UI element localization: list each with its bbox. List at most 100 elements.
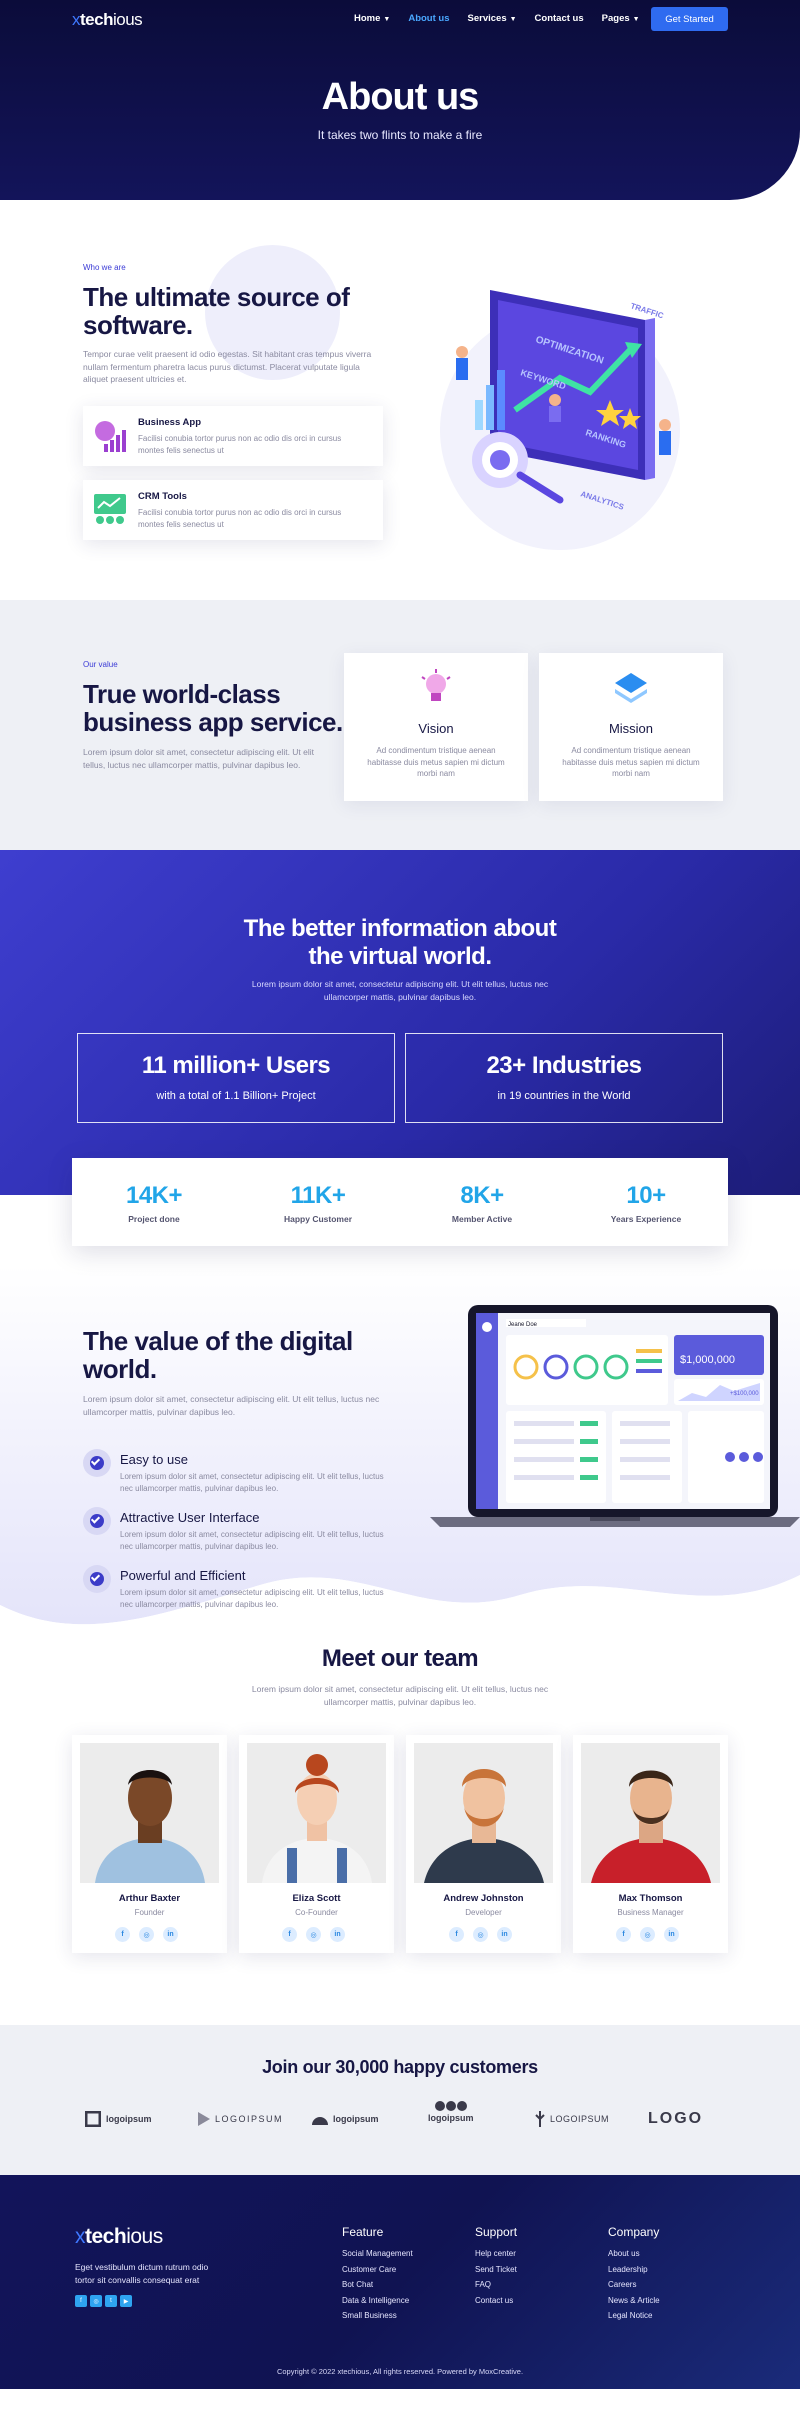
footer-link[interactable]: Leadership: [608, 2265, 660, 2274]
team-card: Eliza Scott Co-Founder f ◎ in: [239, 1735, 394, 1953]
client-logo: LOGOIPSUM: [198, 2107, 283, 2131]
counter-item: 11K+ Happy Customer: [236, 1182, 400, 1224]
customers-title: Join our 30,000 happy customers: [262, 2057, 538, 2077]
check-title: Easy to use: [120, 1452, 188, 1467]
vision-title: Vision: [418, 721, 454, 736]
footer-link[interactable]: FAQ: [475, 2280, 517, 2289]
facebook-icon[interactable]: f: [282, 1927, 297, 1942]
member-name: Eliza Scott: [292, 1893, 341, 1904]
mission-card: Mission Ad condimentum tristique aenean …: [539, 653, 723, 801]
counter-number: 10+: [626, 1182, 666, 1209]
instagram-icon[interactable]: ◎: [306, 1927, 321, 1942]
check-circle-icon: [83, 1565, 111, 1593]
chevron-down-icon: ▼: [632, 16, 640, 23]
footer-social: f ◎ t ▶: [75, 2295, 132, 2307]
page-subtitle: It takes two flints to make a fire: [317, 128, 483, 142]
counter-label: Years Experience: [610, 1214, 682, 1224]
footer-link[interactable]: Customer Care: [342, 2265, 413, 2274]
linkedin-icon[interactable]: in: [497, 1927, 512, 1942]
stat-big: 11 million+ Users: [141, 1052, 331, 1079]
value-eyebrow: Our value: [83, 660, 118, 669]
about-title: The ultimate source of software.: [83, 282, 350, 340]
member-photo: [247, 1743, 386, 1883]
footer-link[interactable]: Legal Notice: [608, 2311, 660, 2320]
chevron-down-icon: ▼: [509, 16, 517, 23]
linkedin-icon[interactable]: in: [330, 1927, 345, 1942]
footer-logo[interactable]: xtechious: [75, 2225, 163, 2249]
dashboard-user: Jeane Doe: [508, 1322, 538, 1328]
logo-mark-icon: [85, 2111, 101, 2127]
main-menu: Home ▼ About us Services ▼ Contact us Page…: [354, 13, 658, 24]
lightbulb-icon: [421, 669, 451, 701]
dashboard-secondary: +$100,000: [730, 1391, 759, 1397]
top-nav: xtechious Home ▼ About us Services ▼ Conta…: [0, 0, 800, 38]
chevron-down-icon: ▼: [383, 16, 391, 23]
footer-link[interactable]: Social Management: [342, 2249, 413, 2258]
footer-link[interactable]: Help center: [475, 2249, 517, 2258]
logo-mark-icon: [434, 2101, 467, 2111]
stats-section: The better information about the virtual…: [0, 850, 800, 1195]
logo-mark-icon: [312, 2117, 328, 2125]
page: xtechious Home ▼ About us Services ▼ Conta…: [0, 0, 800, 2389]
member-role: Business Manager: [617, 1908, 684, 1917]
nav-services[interactable]: Services ▼: [468, 13, 517, 24]
digital-text: Lorem ipsum dolor sit amet, consectetur …: [83, 1394, 380, 1417]
nav-about-us[interactable]: About us: [408, 13, 449, 24]
footer-heading: Feature: [342, 2225, 384, 2239]
footer-link[interactable]: Small Business: [342, 2311, 413, 2320]
member-role: Founder: [134, 1908, 165, 1917]
nav-contact-us[interactable]: Contact us: [535, 13, 584, 24]
facebook-icon[interactable]: f: [75, 2295, 87, 2307]
facebook-icon[interactable]: f: [115, 1927, 130, 1942]
linkedin-icon[interactable]: in: [664, 1927, 679, 1942]
feature-card-business-app: Business App Facilisi conubia tortor pur…: [83, 406, 383, 466]
feature-title: Business App: [138, 417, 201, 428]
footer-link[interactable]: About us: [608, 2249, 660, 2258]
member-photo: [80, 1743, 219, 1883]
dashboard-balance: $1,000,000: [680, 1354, 735, 1366]
team-screen-icon: [94, 494, 126, 524]
team-text: Lorem ipsum dolor sit amet, consectetur …: [251, 1684, 549, 1707]
instagram-icon[interactable]: ◎: [90, 2295, 102, 2307]
team-section: Meet our team Lorem ipsum dolor sit amet…: [0, 1645, 800, 2025]
stat-small: with a total of 1.1 Billion+ Project: [156, 1090, 316, 1102]
logo-mark-icon: [198, 2112, 210, 2126]
stats-title: The better information about the virtual…: [243, 915, 557, 970]
footer-heading: Support: [475, 2225, 518, 2239]
digital-section: The value of the digital world. Lorem ip…: [0, 1195, 800, 1645]
nav-home[interactable]: Home ▼: [354, 13, 390, 24]
facebook-icon[interactable]: f: [616, 1927, 631, 1942]
footer-link[interactable]: Careers: [608, 2280, 660, 2289]
digital-title: The value of the digital world.: [83, 1326, 353, 1384]
client-logo: logoipsum: [312, 2107, 379, 2131]
client-logo: LOGO: [648, 2110, 704, 2127]
counter-item: 10+ Years Experience: [564, 1182, 728, 1224]
counter-bar: 14K+ Project done 11K+ Happy Customer 8K+ M…: [72, 1158, 728, 1246]
laptop-dashboard-image: Jeane Doe $1,000,000 +$100,000: [430, 1305, 800, 1527]
seo-illustration: OPTIMIZATION KEYWORD RANKING TRAFFIC ANA…: [440, 290, 680, 550]
youtube-icon[interactable]: ▶: [120, 2295, 132, 2307]
footer-link[interactable]: News & Article: [608, 2296, 660, 2305]
linkedin-icon[interactable]: in: [163, 1927, 178, 1942]
site-logo[interactable]: xtechious: [72, 10, 143, 30]
instagram-icon[interactable]: ◎: [139, 1927, 154, 1942]
team-title: Meet our team: [321, 1645, 479, 1672]
facebook-icon[interactable]: f: [449, 1927, 464, 1942]
mission-text: Ad condimentum tristique aenean habitass…: [562, 746, 700, 778]
stat-small: in 19 countries in the World: [497, 1090, 631, 1102]
get-started-button[interactable]: Get Started: [651, 7, 728, 31]
nav-pages[interactable]: Pages ▼: [602, 13, 640, 24]
member-social: f ◎ in: [282, 1927, 345, 1942]
about-text: Tempor curae velit praesent id odio eges…: [83, 349, 372, 384]
footer-link[interactable]: Contact us: [475, 2296, 517, 2305]
instagram-icon[interactable]: ◎: [640, 1927, 655, 1942]
layers-icon: [615, 673, 647, 703]
footer-link[interactable]: Data & Intelligence: [342, 2296, 413, 2305]
logo-mark-icon: [535, 2111, 545, 2127]
twitter-icon[interactable]: t: [105, 2295, 117, 2307]
client-logo: logoipsum: [85, 2107, 152, 2131]
footer-link[interactable]: Send Ticket: [475, 2265, 517, 2274]
instagram-icon[interactable]: ◎: [473, 1927, 488, 1942]
footer-link[interactable]: Bot Chat: [342, 2280, 413, 2289]
hero-section: xtechious Home ▼ About us Services ▼ Conta…: [0, 0, 800, 200]
